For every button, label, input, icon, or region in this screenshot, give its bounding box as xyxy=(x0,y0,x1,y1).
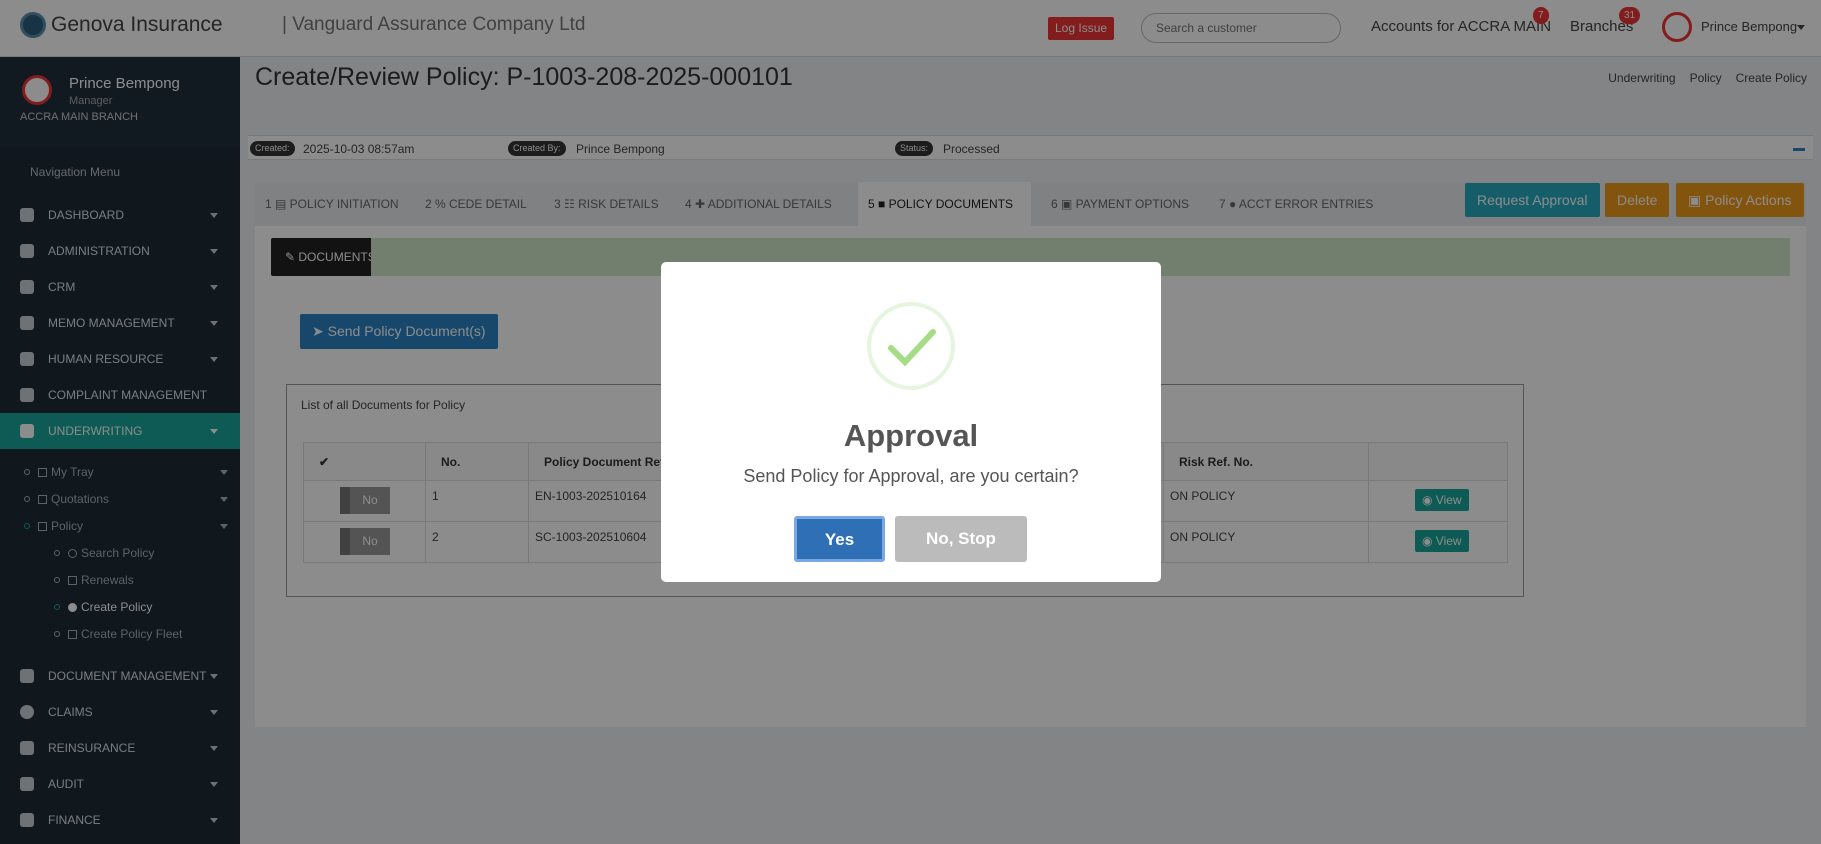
confirm-yes-button[interactable]: Yes xyxy=(794,516,885,562)
cancel-no-button[interactable]: No, Stop xyxy=(895,516,1027,562)
dialog-title: Approval xyxy=(843,418,979,453)
dialog-message: Send Policy for Approval, are you certai… xyxy=(743,466,1079,486)
approval-dialog: Approval Send Policy for Approval, are y… xyxy=(661,262,1161,582)
success-check-icon xyxy=(867,302,955,390)
